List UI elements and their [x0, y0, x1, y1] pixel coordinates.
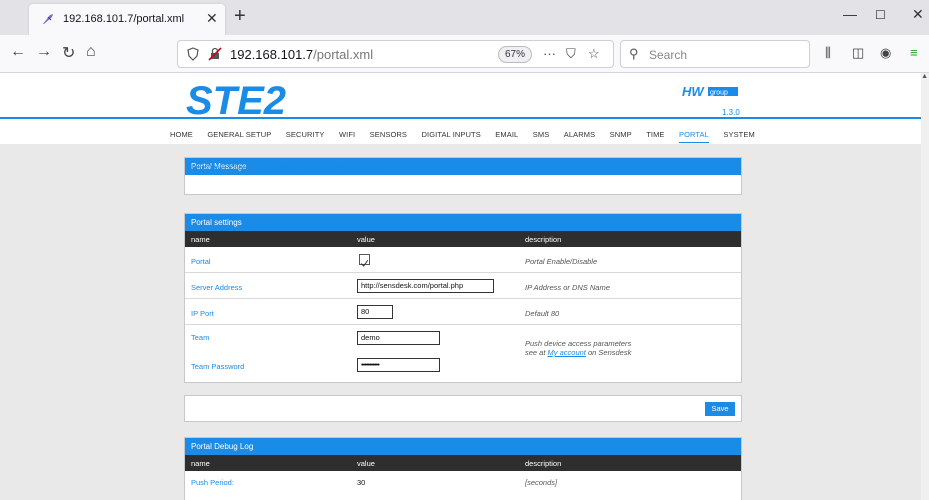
menu-item-snmp[interactable]: SNMP	[610, 130, 632, 139]
search-input[interactable]: ⚲ Search	[620, 40, 810, 68]
team-input[interactable]: demo	[357, 331, 440, 345]
team-password-input[interactable]: •••••••••••	[357, 358, 440, 372]
column-header-description: description	[525, 459, 562, 468]
page-favicon-icon	[43, 14, 53, 24]
menu-item-digital-inputs[interactable]: DIGITAL INPUTS	[422, 130, 481, 139]
menu-item-sms[interactable]: SMS	[533, 130, 550, 139]
minimize-icon[interactable]: —	[843, 6, 857, 22]
save-button[interactable]: Save	[705, 402, 735, 416]
browser-tab-bar: 192.168.101.7/portal.xml ✕ + — ☐ ✕	[0, 0, 929, 35]
table-header: name value description	[185, 455, 741, 471]
ste2-logo: STE2	[186, 79, 286, 118]
column-header-name: name	[191, 459, 210, 468]
portal-settings-panel: Portal settings name value description P…	[184, 213, 742, 383]
close-window-icon[interactable]: ✕	[912, 6, 924, 23]
row-description: Portal Enable/Disable	[525, 257, 598, 266]
forward-arrow-icon[interactable]: →	[36, 43, 52, 61]
maximize-icon[interactable]: ☐	[875, 8, 886, 22]
hwgroup-logo: HW group	[682, 84, 738, 99]
new-tab-icon[interactable]: +	[234, 5, 246, 28]
menu-item-time[interactable]: TIME	[646, 130, 664, 139]
browser-toolbar: ← → ↻ ⌂ 192.168.101.7/portal.xml 67% ···…	[0, 35, 929, 73]
page-content: STE2 HW group 1.3.0 HOME GENERAL SETUP S…	[0, 73, 929, 500]
table-row: Push Period: 30 [seconds]	[185, 471, 741, 491]
table-row: IP Port 80 Default 80	[185, 299, 741, 325]
row-label: Team	[191, 333, 210, 342]
firmware-version: 1.3.0	[722, 108, 740, 117]
browser-tab[interactable]: 192.168.101.7/portal.xml ✕	[29, 4, 225, 35]
row-description: IP Address or DNS Name	[525, 283, 610, 292]
push-period-value: 30	[357, 478, 366, 487]
svg-text:HW: HW	[682, 84, 705, 99]
column-header-description: description	[525, 235, 562, 244]
portal-enable-checkbox[interactable]	[359, 254, 370, 267]
page-scrollbar[interactable]: ▲	[921, 73, 929, 500]
column-header-value: value	[357, 235, 375, 244]
ellipsis-icon[interactable]: ···	[543, 46, 556, 61]
library-icon[interactable]: ⫼	[825, 45, 831, 61]
ip-port-input[interactable]: 80	[357, 305, 393, 319]
table-row: Server Address http://sensdesk.com/porta…	[185, 273, 741, 299]
menu-divider	[0, 117, 921, 119]
main-menu: HOME GENERAL SETUP SECURITY WIFI SENSORS…	[170, 124, 765, 143]
row-label: Team Password	[191, 362, 245, 371]
table-row: Team Password •••••••••••	[185, 351, 741, 378]
search-icon: ⚲	[629, 46, 639, 61]
panel-title: Portal Debug Log	[185, 438, 741, 455]
table-header: name value description	[185, 231, 741, 247]
menu-item-wifi[interactable]: WIFI	[339, 130, 355, 139]
column-header-name: name	[191, 235, 210, 244]
insecure-lock-icon[interactable]	[208, 47, 222, 61]
row-label: Portal	[191, 257, 211, 266]
portal-message-panel: Portal Message SensDesk: *Check sensor o…	[184, 157, 742, 195]
home-icon[interactable]: ⌂	[86, 43, 96, 61]
star-icon[interactable]: ☆	[588, 46, 600, 62]
account-icon[interactable]: ◉	[880, 45, 891, 61]
server-address-input[interactable]: http://sensdesk.com/portal.php	[357, 279, 494, 293]
reload-icon[interactable]: ↻	[62, 43, 75, 63]
zoom-badge[interactable]: 67%	[498, 46, 532, 63]
extension-icon[interactable]: ≡	[910, 45, 918, 60]
search-placeholder: Search	[649, 48, 688, 62]
close-tab-icon[interactable]: ✕	[206, 10, 218, 27]
pocket-icon[interactable]: ⛉	[566, 46, 576, 62]
row-description: [seconds]	[525, 478, 558, 487]
url-bar[interactable]: 192.168.101.7/portal.xml 67% ··· ⛉ ☆	[177, 40, 614, 68]
svg-text:STE2: STE2	[186, 79, 286, 118]
row-label: Push Period:	[191, 478, 234, 487]
portal-message-link[interactable]: SensDesk: *Check sensor online (2020-02-…	[191, 165, 381, 172]
menu-item-home[interactable]: HOME	[170, 130, 193, 139]
scroll-up-icon[interactable]: ▲	[921, 73, 928, 80]
svg-text:group: group	[710, 90, 728, 97]
column-header-value: value	[357, 459, 375, 468]
menu-item-system[interactable]: SYSTEM	[723, 130, 754, 139]
tab-title: 192.168.101.7/portal.xml	[63, 13, 185, 25]
portal-debug-log-panel: Portal Debug Log name value description …	[184, 437, 742, 500]
back-arrow-icon[interactable]: ←	[10, 43, 26, 61]
menu-item-portal[interactable]: PORTAL	[678, 130, 709, 143]
shield-icon[interactable]	[187, 47, 199, 61]
save-panel: Save	[184, 395, 742, 422]
menu-item-sensors[interactable]: SENSORS	[370, 130, 407, 139]
sidebar-icon[interactable]: ◫	[852, 45, 864, 61]
row-label: Server Address	[191, 283, 243, 292]
row-description: Default 80	[525, 309, 560, 318]
menu-item-general-setup[interactable]: GENERAL SETUP	[207, 130, 271, 139]
row-label: IP Port	[191, 309, 214, 318]
panel-title: Portal settings	[185, 214, 741, 231]
table-row: Portal Portal Enable/Disable	[185, 247, 741, 273]
url-text: 192.168.101.7/portal.xml	[230, 47, 374, 62]
checkmark-icon	[360, 259, 369, 267]
menu-item-security[interactable]: SECURITY	[286, 130, 325, 139]
menu-item-email[interactable]: EMAIL	[495, 130, 518, 139]
table-row: Team demo Push device access parameters …	[185, 325, 741, 357]
menu-item-alarms[interactable]: ALARMS	[564, 130, 595, 139]
